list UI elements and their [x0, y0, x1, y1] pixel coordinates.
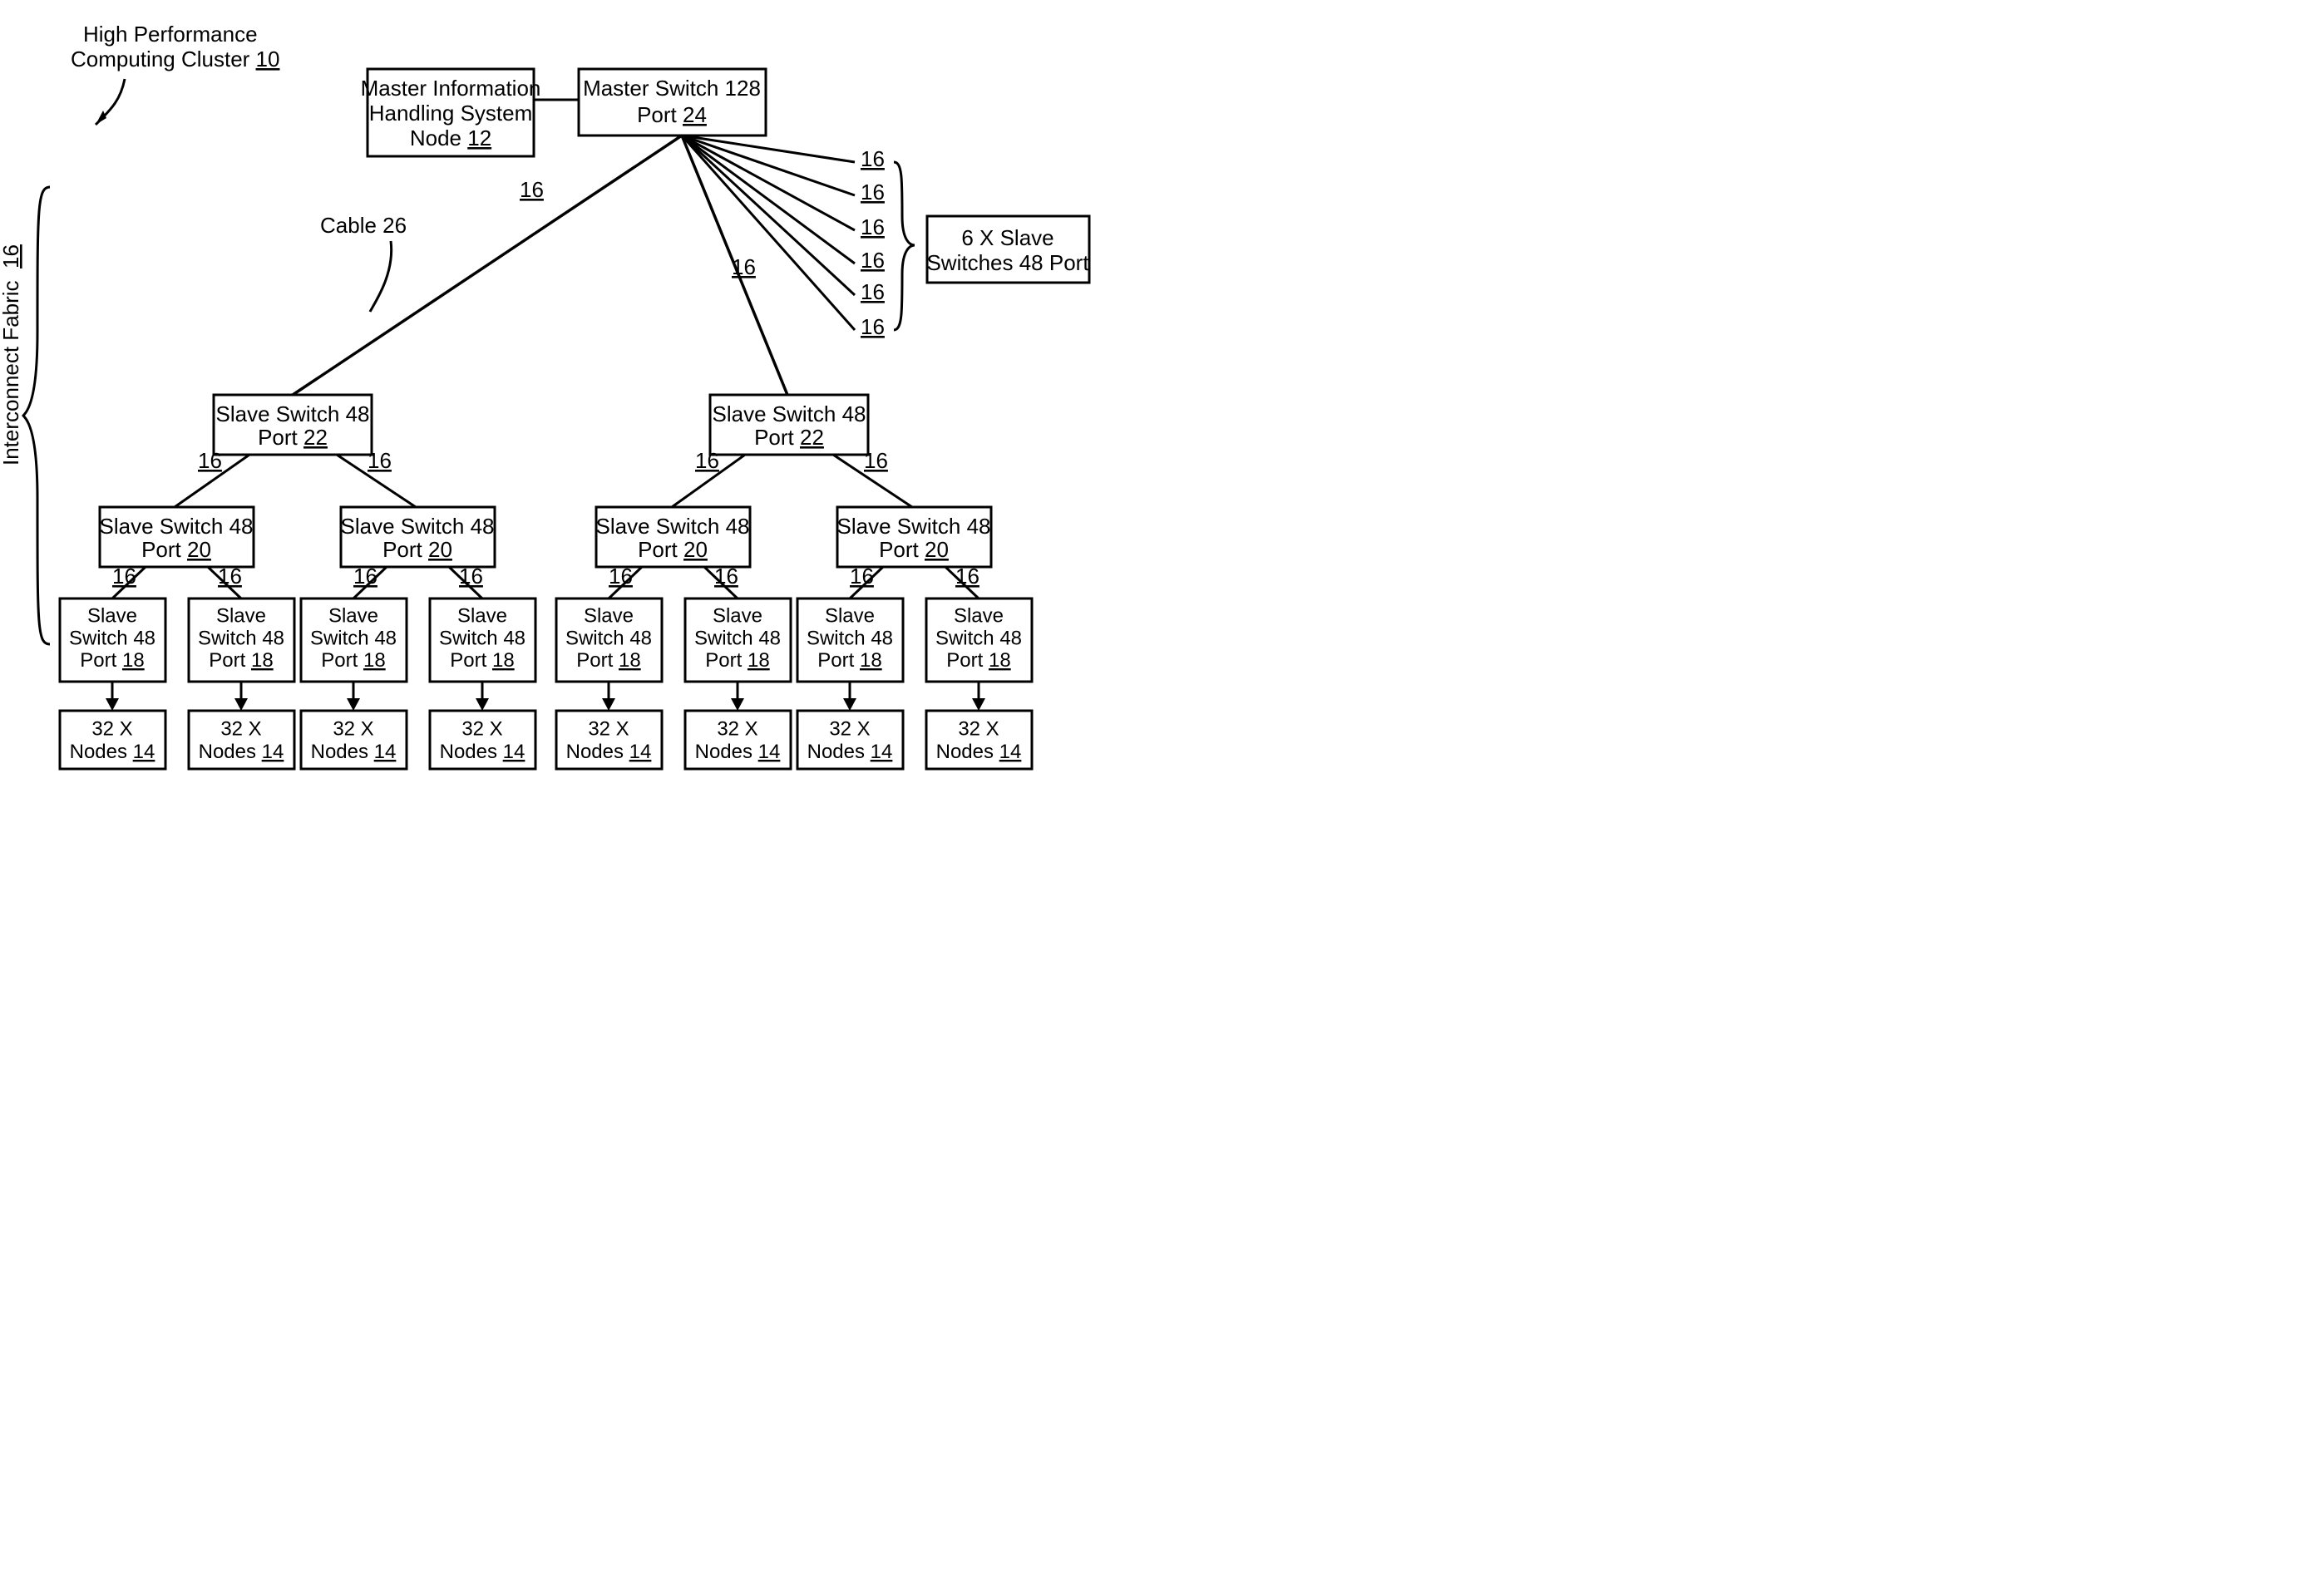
slave20-rd-l1: Slave Switch 48 [837, 514, 991, 539]
master-node-l2: Handling System [369, 101, 533, 126]
n14-3-l2: Nodes 14 [311, 741, 397, 763]
brace-right [894, 162, 915, 330]
s18-4-l1: Slave [457, 604, 507, 627]
arrow-3-head [347, 698, 360, 711]
e-rd-18g-16: 16 [850, 564, 874, 589]
s18-7-l2: Switch 48 [807, 627, 893, 649]
n14-2-l1: 32 X [220, 717, 261, 740]
side-label: Interconnect Fabric 16 [0, 244, 23, 465]
fan-16-3: 16 [861, 214, 885, 239]
diagram-root: High Performance Computing Cluster 10 Ma… [0, 0, 1162, 796]
e-rd-18h-16: 16 [955, 564, 979, 589]
s18-6-l2: Switch 48 [694, 627, 781, 649]
slave20-la-l1: Slave Switch 48 [100, 514, 254, 539]
slave20-rc-l1: Slave Switch 48 [596, 514, 750, 539]
arrow-2-head [234, 698, 248, 711]
s18-4-l2: Switch 48 [439, 627, 525, 649]
n14-5-l2: Nodes 14 [566, 741, 652, 763]
s18-8-l1: Slave [954, 604, 1004, 627]
n14-4-l1: 32 X [461, 717, 502, 740]
slave22-left-l2: Port 22 [258, 425, 328, 450]
e-22r-20d-16: 16 [864, 448, 888, 473]
arrow-5-head [602, 698, 615, 711]
s18-1-l1: Slave [87, 604, 137, 627]
e-22r-20c-16: 16 [695, 448, 719, 473]
s18-3-l1: Slave [328, 604, 378, 627]
fan-16-1: 16 [861, 146, 885, 171]
arrow-6-head [731, 698, 744, 711]
e-22l-20b-16: 16 [368, 448, 392, 473]
fan-16-6: 16 [861, 314, 885, 339]
s18-6-l3: Port 18 [705, 649, 769, 672]
master-node-l1: Master Information [361, 76, 541, 101]
master-node-l3: Node 12 [410, 126, 491, 150]
title-line2: Computing Cluster 10 [71, 47, 279, 71]
e-la-18a-16: 16 [112, 564, 136, 589]
edge-16-right: 16 [732, 254, 756, 279]
n14-5-l1: 32 X [588, 717, 629, 740]
s18-5-l3: Port 18 [576, 649, 640, 672]
n14-8-l2: Nodes 14 [936, 741, 1022, 763]
e-rc-18f-16: 16 [714, 564, 738, 589]
arrow-8-head [972, 698, 985, 711]
s18-5-l2: Switch 48 [565, 627, 652, 649]
slave20-rc-l2: Port 20 [638, 537, 708, 562]
slave20-lb-l2: Port 20 [382, 537, 452, 562]
fan-16-5: 16 [861, 279, 885, 304]
title-arrow-head [96, 111, 106, 125]
slave20-la-l2: Port 20 [141, 537, 211, 562]
s18-3-l3: Port 18 [321, 649, 385, 672]
extra-l2: Switches 48 Port [926, 250, 1089, 275]
s18-2-l2: Switch 48 [198, 627, 284, 649]
arrow-4-head [476, 698, 489, 711]
e-lb-18c-16: 16 [353, 564, 377, 589]
fan-16-2: 16 [861, 180, 885, 204]
title-line1: High Performance [83, 22, 258, 47]
n14-2-l2: Nodes 14 [199, 741, 284, 763]
s18-5-l1: Slave [584, 604, 634, 627]
n14-6-l1: 32 X [717, 717, 757, 740]
s18-1-l3: Port 18 [80, 649, 144, 672]
n14-6-l2: Nodes 14 [695, 741, 781, 763]
e-lb-18d-16: 16 [459, 564, 483, 589]
slave20-lb-l1: Slave Switch 48 [341, 514, 495, 539]
brace-left [23, 187, 50, 644]
n14-7-l2: Nodes 14 [807, 741, 893, 763]
n14-8-l1: 32 X [958, 717, 999, 740]
fan-16-4: 16 [861, 248, 885, 273]
slave20-rd-l2: Port 20 [879, 537, 949, 562]
slave22-right-l1: Slave Switch 48 [713, 401, 866, 426]
master-switch-l2: Port 24 [637, 102, 707, 127]
edge-16-left: 16 [520, 177, 544, 202]
n14-1-l2: Nodes 14 [70, 741, 155, 763]
s18-4-l3: Port 18 [450, 649, 514, 672]
s18-6-l1: Slave [713, 604, 762, 627]
master-switch-l1: Master Switch 128 [583, 76, 761, 101]
s18-2-l3: Port 18 [209, 649, 273, 672]
arrow-1-head [106, 698, 119, 711]
s18-8-l2: Switch 48 [935, 627, 1022, 649]
n14-1-l1: 32 X [91, 717, 132, 740]
extra-l1: 6 X Slave [961, 225, 1053, 250]
s18-7-l1: Slave [825, 604, 875, 627]
e-22l-20a-16: 16 [198, 448, 222, 473]
s18-1-l2: Switch 48 [69, 627, 155, 649]
cable-curve [370, 241, 392, 312]
s18-7-l3: Port 18 [817, 649, 881, 672]
s18-8-l3: Port 18 [946, 649, 1010, 672]
edge-master-left [293, 135, 682, 395]
s18-2-l1: Slave [216, 604, 266, 627]
n14-3-l1: 32 X [333, 717, 373, 740]
slave22-right-l2: Port 22 [754, 425, 824, 450]
s18-3-l2: Switch 48 [310, 627, 397, 649]
cable-label: Cable 26 [320, 213, 407, 238]
e-la-18b-16: 16 [218, 564, 242, 589]
n14-7-l1: 32 X [829, 717, 870, 740]
slave22-left-l1: Slave Switch 48 [216, 401, 370, 426]
arrow-7-head [843, 698, 856, 711]
e-rc-18e-16: 16 [609, 564, 633, 589]
n14-4-l2: Nodes 14 [440, 741, 525, 763]
